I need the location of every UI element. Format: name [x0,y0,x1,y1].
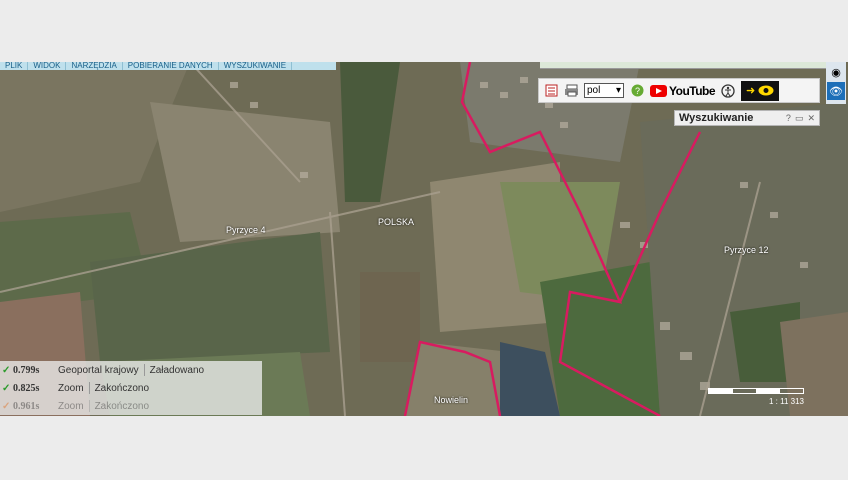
log-time: 0.799s [13,364,40,376]
scale-label: 1 : 11 313 [769,397,804,406]
minimize-button[interactable]: ▭ [795,113,804,124]
log-action: Zoom [58,382,84,394]
help-icon[interactable]: ? [630,84,644,98]
contrast-button[interactable]: ➜ [741,80,780,101]
close-button[interactable]: ✕ [807,113,815,124]
log-status: Zakończono [94,400,150,412]
check-icon: ✓ [2,400,11,412]
log-row: ✓ 0.825s Zoom Zakończono [0,379,262,397]
log-time: 0.825s [13,382,40,394]
log-status: Zakończono [94,382,150,394]
menu-item-tools[interactable]: NARZĘDZIA [66,62,123,70]
side-tool-strip: ◉ 👁 [826,62,846,104]
check-icon: ✓ [2,364,11,376]
language-value: pol [587,85,601,96]
log-status: Załadowano [149,364,205,376]
youtube-icon [650,84,667,97]
map-label-pyrzyce12: Pyrzyce 12 [724,245,769,255]
log-row: ✓ 0.961s Zoom Zakończono [0,397,262,415]
search-panel: Wyszukiwanie ? ▭ ✕ [674,110,820,126]
youtube-link[interactable]: YouTube [650,83,716,98]
scale-bar: 1 : 11 313 [708,388,804,408]
scale-bar-graphic [708,388,804,394]
arrow-right-icon: ➜ [745,85,756,97]
map-label-pyrzyce4: Pyrzyce 4 [226,225,266,235]
help-button[interactable]: ? [786,113,791,124]
map-label-polska: POLSKA [378,217,415,227]
svg-text:?: ? [634,86,639,96]
chevron-down-icon: ▾ [615,85,621,96]
map-label-nowielin: Nowielin [434,395,469,405]
accessibility-icon[interactable] [721,83,735,98]
log-action: Geoportal krajowy [58,364,139,376]
legend-icon[interactable] [544,84,558,98]
activity-log: ✓ 0.799s Geoportal krajowy Załadowano ✓ … [0,361,262,415]
menu-item-file[interactable]: PLIK [0,62,29,70]
language-select[interactable]: pol ▾ [584,83,624,98]
layer-visibility-icon[interactable]: ◉ [827,63,845,81]
search-panel-title: Wyszukiwanie [679,112,754,124]
youtube-label: YouTube [669,83,716,98]
log-row: ✓ 0.799s Geoportal krajowy Załadowano [0,361,262,379]
main-menu: PLIK WIDOK NARZĘDZIA POBIERANIE DANYCH W… [0,62,336,70]
eye-icon [758,85,774,96]
log-time: 0.961s [13,400,40,412]
log-action: Zoom [58,400,84,412]
print-icon[interactable] [564,84,578,98]
menu-item-search[interactable]: WYSZUKIWANIE [219,62,293,70]
eye-icon[interactable]: 👁 [827,82,845,100]
menu-item-view[interactable]: WIDOK [28,62,67,70]
top-toolbar: pol ▾ ? YouTube ➜ [538,78,820,103]
overview-map[interactable] [540,62,826,69]
check-icon: ✓ [2,382,11,394]
menu-item-download[interactable]: POBIERANIE DANYCH [123,62,219,70]
